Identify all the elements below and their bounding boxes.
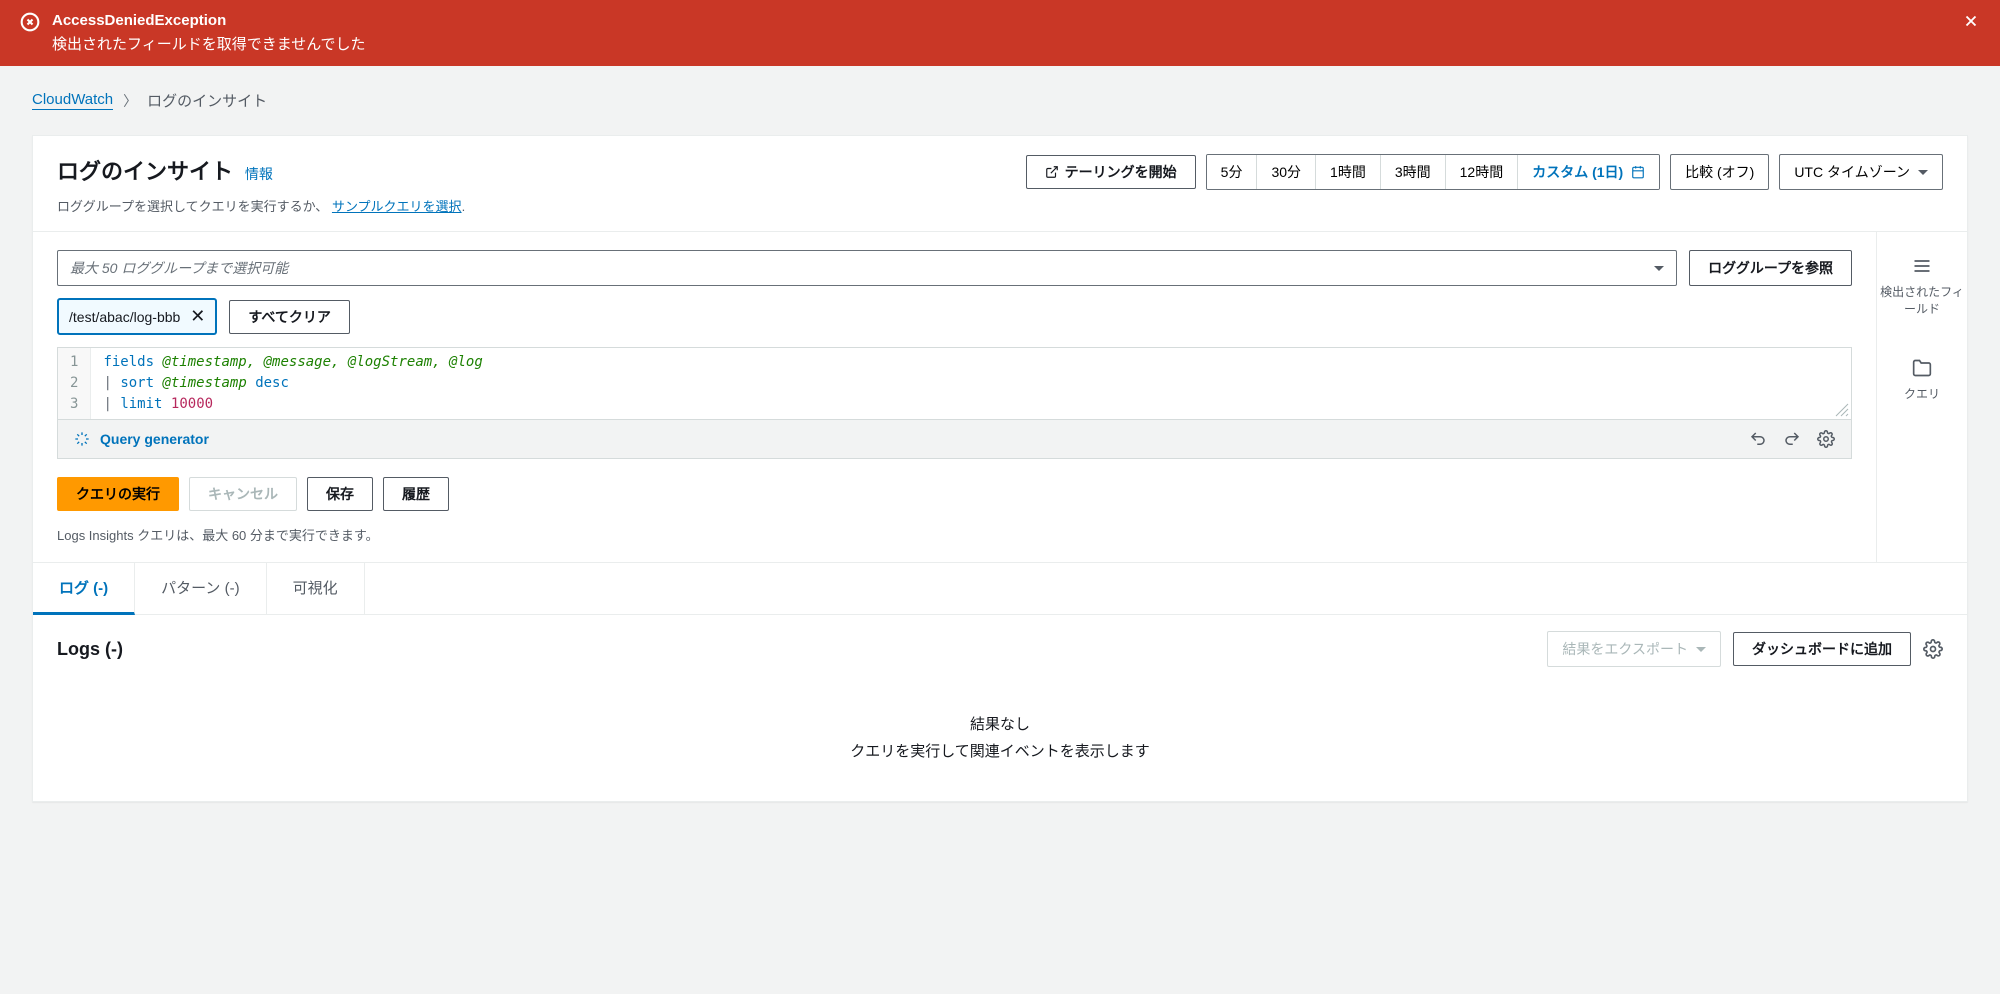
redo-button[interactable] (1783, 430, 1801, 448)
empty-state: 結果なし クエリを実行して関連イベントを表示します (33, 683, 1967, 801)
breadcrumb-root[interactable]: CloudWatch (32, 91, 113, 110)
time-1h[interactable]: 1時間 (1316, 155, 1381, 189)
redo-icon (1783, 430, 1801, 448)
empty-title: 結果なし (33, 713, 1967, 734)
browse-log-groups-button[interactable]: ロググループを参照 (1689, 250, 1852, 286)
info-link[interactable]: 情報 (245, 166, 273, 182)
calendar-icon (1631, 165, 1645, 179)
empty-desc: クエリを実行して関連イベントを表示します (33, 740, 1967, 761)
external-icon (1045, 165, 1059, 179)
export-results-button[interactable]: 結果をエクスポート (1547, 631, 1721, 667)
hint-text: Logs Insights クエリは、最大 60 分まで実行できます。 (57, 525, 1852, 544)
result-tabs: ログ (-) パターン (-) 可視化 (33, 562, 1967, 615)
cancel-button[interactable]: キャンセル (189, 477, 297, 511)
undo-icon (1749, 430, 1767, 448)
caret-down-icon (1918, 170, 1928, 175)
tab-visualize[interactable]: 可視化 (267, 563, 365, 614)
sparkle-icon (74, 431, 90, 447)
time-range-group: 5分 30分 1時間 3時間 12時間 カスタム (1日) (1206, 154, 1660, 190)
queries-tab[interactable]: クエリ (1904, 358, 1940, 403)
history-button[interactable]: 履歴 (383, 477, 449, 511)
menu-icon (1912, 256, 1932, 276)
resize-handle-icon[interactable] (1835, 403, 1849, 417)
time-12h[interactable]: 12時間 (1446, 155, 1519, 189)
clear-all-button[interactable]: すべてクリア (229, 300, 349, 334)
tab-logs[interactable]: ログ (-) (33, 563, 135, 615)
subtitle: ロググループを選択してクエリを実行するか、 サンプルクエリを選択. (57, 196, 465, 215)
timezone-select[interactable]: UTC タイムゾーン (1779, 154, 1943, 190)
breadcrumb: CloudWatch 〉 ログのインサイト (32, 90, 1968, 111)
time-custom[interactable]: カスタム (1日) (1518, 155, 1659, 189)
time-30m[interactable]: 30分 (1257, 155, 1316, 189)
editor-gutter: 1 2 3 (58, 348, 91, 419)
run-query-button[interactable]: クエリの実行 (57, 477, 179, 511)
start-tailing-button[interactable]: テーリングを開始 (1026, 155, 1196, 189)
folder-icon (1912, 358, 1932, 378)
log-group-select[interactable]: 最大 50 ロググループまで選択可能 (57, 250, 1677, 286)
error-banner: AccessDeniedException 検出されたフィールドを取得できません… (0, 0, 2000, 66)
error-message: 検出されたフィールドを取得できませんでした (52, 33, 366, 54)
side-panel: 検出されたフィールド クエリ (1877, 232, 1967, 562)
gear-icon (1817, 430, 1835, 448)
query-generator-bar: Query generator (57, 420, 1852, 459)
close-icon (1962, 12, 1980, 30)
chevron-right-icon: 〉 (123, 91, 137, 111)
add-to-dashboard-button[interactable]: ダッシュボードに追加 (1733, 632, 1911, 666)
time-5m[interactable]: 5分 (1207, 155, 1258, 189)
chip-remove-button[interactable]: ✕ (190, 306, 205, 327)
save-button[interactable]: 保存 (307, 477, 373, 511)
chip-label: /test/abac/log-bbb (69, 309, 180, 325)
editor-code[interactable]: fields @timestamp, @message, @logStream,… (91, 348, 1851, 419)
error-close-button[interactable] (1962, 12, 1980, 30)
caret-down-icon (1696, 647, 1706, 652)
page-title: ログのインサイト (57, 154, 233, 186)
sample-query-link[interactable]: サンプルクエリを選択 (332, 199, 462, 214)
settings-button[interactable] (1817, 430, 1835, 448)
tab-patterns[interactable]: パターン (-) (135, 563, 266, 614)
detected-fields-tab[interactable]: 検出されたフィールド (1877, 256, 1967, 318)
caret-down-icon (1654, 266, 1664, 271)
main-panel: ログのインサイト 情報 ロググループを選択してクエリを実行するか、 サンプルクエ… (32, 135, 1968, 802)
error-icon (20, 12, 40, 32)
query-generator-button[interactable]: Query generator (74, 431, 209, 447)
error-title: AccessDeniedException (52, 12, 366, 29)
results-title: Logs (-) (57, 639, 123, 660)
log-group-chip: /test/abac/log-bbb ✕ (57, 298, 217, 335)
query-editor[interactable]: 1 2 3 fields @timestamp, @message, @logS… (57, 347, 1852, 420)
undo-button[interactable] (1749, 430, 1767, 448)
compare-button[interactable]: 比較 (オフ) (1670, 154, 1769, 190)
breadcrumb-current: ログのインサイト (147, 90, 267, 111)
time-3h[interactable]: 3時間 (1381, 155, 1446, 189)
results-settings-button[interactable] (1923, 639, 1943, 659)
gear-icon (1923, 639, 1943, 659)
